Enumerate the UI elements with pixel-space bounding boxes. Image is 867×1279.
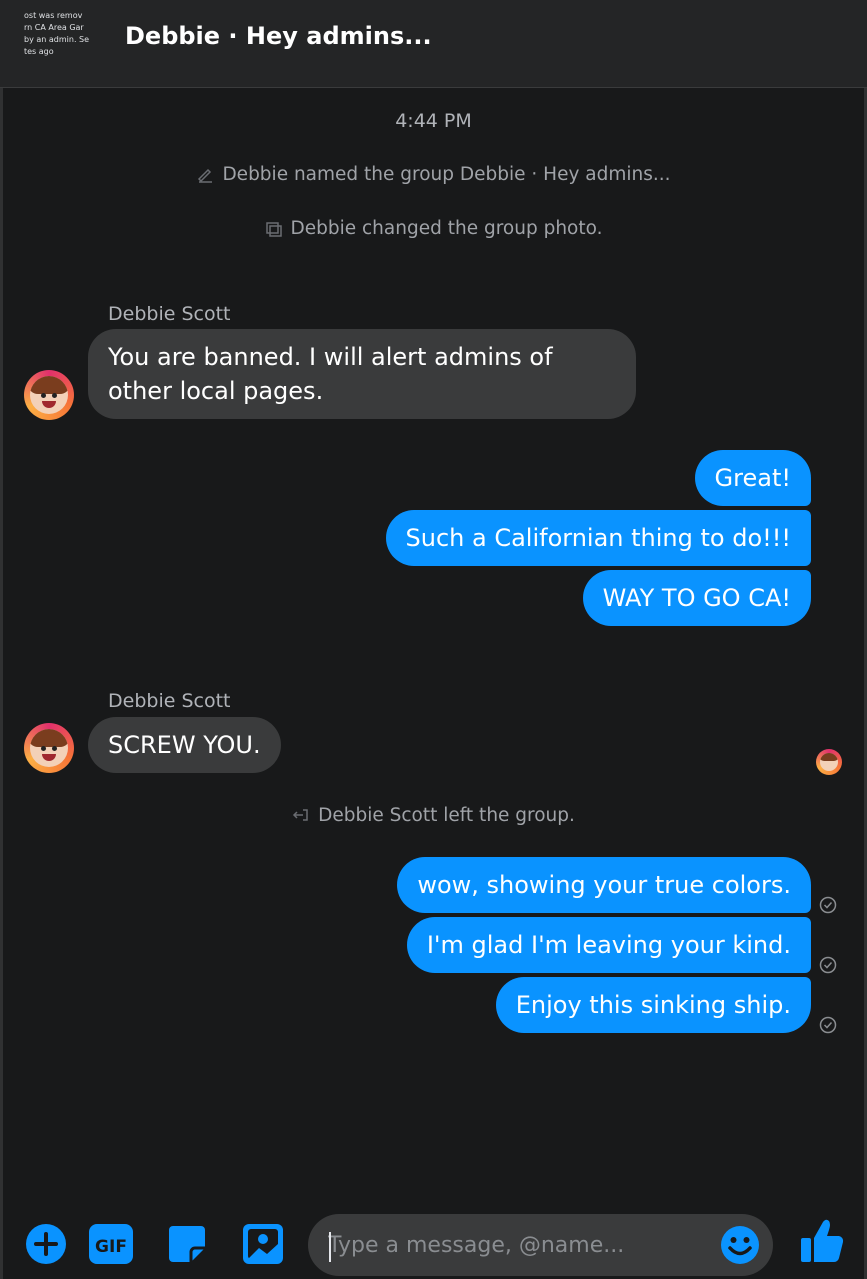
group-photo-text: tes ago (24, 47, 54, 56)
emoji-icon[interactable] (719, 1224, 761, 1266)
message-bubble-outgoing[interactable]: Enjoy this sinking ship. (495, 977, 811, 1033)
message-input[interactable] (328, 1226, 708, 1264)
system-event-renamed: Debbie named the group Debbie · Hey admi… (0, 164, 867, 185)
sent-check-icon (819, 1016, 837, 1034)
system-event-photo: Debbie changed the group photo. (0, 218, 867, 239)
message-composer: GIF (0, 1200, 867, 1279)
sender-name: Debbie Scott (108, 303, 231, 325)
leave-icon (293, 809, 308, 821)
sent-check-icon (819, 956, 837, 974)
sent-check-icon (819, 896, 837, 914)
photo-change-icon (265, 222, 282, 237)
plus-icon[interactable] (24, 1222, 68, 1266)
message-input-box[interactable] (308, 1214, 773, 1276)
image-icon[interactable] (241, 1222, 285, 1266)
thumbs-up-icon[interactable] (799, 1216, 845, 1266)
system-event-text: Debbie Scott left the group. (318, 805, 575, 826)
message-bubble-outgoing[interactable]: Such a Californian thing to do!!! (385, 510, 811, 566)
group-photo-text: by an admin. Se (24, 35, 90, 44)
system-event-left: Debbie Scott left the group. (0, 805, 867, 826)
frame-border (0, 88, 3, 1279)
group-photo[interactable]: ost was remov rn CA Area Gar by an admin… (24, 10, 110, 72)
group-photo-text: ost was remov (24, 11, 83, 20)
message-bubble-incoming[interactable]: You are banned. I will alert admins of o… (88, 329, 636, 419)
avatar[interactable] (24, 370, 74, 420)
conversation-header: ost was remov rn CA Area Gar by an admin… (0, 0, 867, 88)
message-bubble-incoming[interactable]: SCREW YOU. (88, 717, 281, 773)
sticker-icon[interactable] (165, 1222, 209, 1266)
system-event-text: Debbie named the group Debbie · Hey admi… (222, 164, 671, 185)
message-bubble-outgoing[interactable]: WAY TO GO CA! (582, 570, 811, 626)
pencil-icon (198, 168, 213, 183)
seen-receipt-avatar (816, 749, 842, 775)
group-photo-text: rn CA Area Gar (24, 23, 84, 32)
message-bubble-outgoing[interactable]: Great! (694, 450, 811, 506)
avatar[interactable] (24, 723, 74, 773)
system-event-text: Debbie changed the group photo. (290, 218, 603, 239)
message-bubble-outgoing[interactable]: wow, showing your true colors. (397, 857, 811, 913)
gif-label: GIF (95, 1237, 127, 1257)
conversation-title[interactable]: Debbie · Hey admins... (125, 22, 432, 50)
timestamp: 4:44 PM (395, 110, 472, 132)
message-bubble-outgoing[interactable]: I'm glad I'm leaving your kind. (406, 917, 811, 973)
sender-name: Debbie Scott (108, 690, 231, 712)
gif-icon[interactable]: GIF (89, 1222, 133, 1266)
text-caret (329, 1232, 331, 1262)
